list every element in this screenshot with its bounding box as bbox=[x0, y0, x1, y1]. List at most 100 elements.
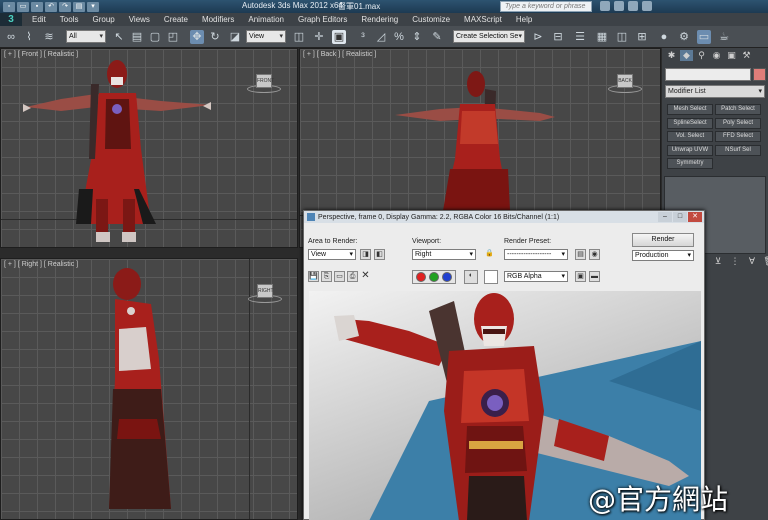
environment-effects-icon[interactable]: ◉ bbox=[589, 249, 600, 260]
area-to-render-select[interactable]: View bbox=[308, 249, 356, 260]
open-file-icon[interactable]: ▭ bbox=[17, 1, 29, 12]
render-mode-select[interactable]: Production bbox=[632, 250, 694, 261]
graphite-modeling-icon[interactable]: ▦ bbox=[595, 30, 609, 44]
utilities-tab-icon[interactable]: ⚒ bbox=[740, 50, 753, 61]
bind-spacewarp-icon[interactable]: ≋ bbox=[42, 30, 56, 44]
display-channel-select[interactable]: RGB Alpha bbox=[504, 271, 568, 282]
unlink-icon[interactable]: ⌇ bbox=[22, 30, 36, 44]
layer-manager-icon[interactable]: ☰ bbox=[573, 30, 587, 44]
keyboard-shortcut-override-icon[interactable]: ▣ bbox=[332, 30, 346, 44]
undo-icon[interactable]: ↶ bbox=[45, 1, 57, 12]
select-move-icon[interactable]: ✥ bbox=[190, 30, 204, 44]
vol-select-button[interactable]: Vol. Select bbox=[667, 131, 713, 142]
render-production-icon[interactable]: ☕ bbox=[717, 30, 731, 44]
select-by-name-icon[interactable]: ▤ bbox=[130, 30, 144, 44]
clear-icon[interactable]: ✕ bbox=[360, 271, 371, 282]
menu-rendering[interactable]: Rendering bbox=[354, 15, 405, 24]
viewport-select[interactable]: Right bbox=[412, 249, 476, 260]
object-color-swatch[interactable] bbox=[753, 68, 766, 81]
render-setup-icon[interactable]: ▤ bbox=[575, 249, 586, 260]
binoculars-icon[interactable] bbox=[600, 1, 610, 11]
lock-icon[interactable]: 🔒 bbox=[484, 249, 495, 260]
menu-customize[interactable]: Customize bbox=[405, 15, 457, 24]
hierarchy-tab-icon[interactable]: ⚲ bbox=[695, 50, 708, 61]
modifier-list-select[interactable]: Modifier List bbox=[665, 85, 765, 98]
viewport-right[interactable]: [ + ] [ Right ] [ Realistic ] RIGHT bbox=[0, 258, 298, 520]
project-folder-icon[interactable]: ▤ bbox=[73, 1, 85, 12]
object-name-field[interactable] bbox=[665, 68, 751, 81]
minimize-icon[interactable]: – bbox=[658, 212, 672, 222]
dropdown-icon[interactable]: ▾ bbox=[87, 1, 99, 12]
monochrome-icon[interactable]: ◐ bbox=[464, 270, 478, 284]
select-scale-icon[interactable]: ◪ bbox=[228, 30, 242, 44]
named-selection-set-select[interactable]: Create Selection Se bbox=[453, 30, 525, 43]
close-icon[interactable]: ✕ bbox=[688, 212, 702, 222]
motion-tab-icon[interactable]: ◉ bbox=[710, 50, 723, 61]
select-manipulate-icon[interactable]: ✛ bbox=[312, 30, 326, 44]
show-end-result-icon[interactable]: ⋮ bbox=[729, 255, 741, 267]
remove-modifier-icon[interactable]: 🗑 bbox=[763, 255, 768, 267]
pivot-center-icon[interactable]: ◫ bbox=[292, 30, 306, 44]
modify-tab-icon[interactable]: ◆ bbox=[680, 50, 693, 61]
menu-tools[interactable]: Tools bbox=[53, 15, 86, 24]
menu-maxscript[interactable]: MAXScript bbox=[457, 15, 509, 24]
render-button[interactable]: Render bbox=[632, 233, 694, 247]
render-preset-select[interactable]: ------------------- bbox=[504, 249, 568, 260]
menu-graph-editors[interactable]: Graph Editors bbox=[291, 15, 354, 24]
render-window-titlebar[interactable]: Perspective, frame 0, Display Gamma: 2.2… bbox=[304, 211, 704, 223]
menu-help[interactable]: Help bbox=[509, 15, 539, 24]
select-rotate-icon[interactable]: ↻ bbox=[208, 30, 222, 44]
rectangular-selection-icon[interactable]: ▢ bbox=[148, 30, 162, 44]
help-icon[interactable] bbox=[642, 1, 652, 11]
save-file-icon[interactable]: ▪ bbox=[31, 1, 43, 12]
spinner-snap-icon[interactable]: ⇕ bbox=[410, 30, 424, 44]
green-channel-icon[interactable] bbox=[429, 272, 439, 282]
swatch-icon[interactable] bbox=[484, 270, 498, 284]
render-setup-icon[interactable]: ⚙ bbox=[677, 30, 691, 44]
mesh-select-button[interactable]: Mesh Select bbox=[667, 104, 713, 115]
favorites-star-icon[interactable] bbox=[628, 1, 638, 11]
print-image-icon[interactable]: ⎙ bbox=[347, 271, 358, 282]
maximize-icon[interactable]: □ bbox=[673, 212, 687, 222]
clone-window-icon[interactable]: ▭ bbox=[334, 271, 345, 282]
create-tab-icon[interactable]: ✱ bbox=[665, 50, 678, 61]
auto-region-icon[interactable]: ◧ bbox=[374, 249, 385, 260]
nsurf-sel-button[interactable]: NSurf Sel bbox=[715, 145, 761, 156]
communication-center-icon[interactable] bbox=[614, 1, 624, 11]
redo-icon[interactable]: ↷ bbox=[59, 1, 71, 12]
reference-coordinate-select[interactable]: View bbox=[246, 30, 286, 43]
unwrap-uvw-button[interactable]: Unwrap UVW bbox=[667, 145, 713, 156]
select-object-icon[interactable]: ↖ bbox=[112, 30, 126, 44]
mirror-icon[interactable]: ⊳ bbox=[531, 30, 545, 44]
spline-select-button[interactable]: SplineSelect bbox=[667, 118, 713, 129]
curve-editor-icon[interactable]: ◫ bbox=[615, 30, 629, 44]
edit-named-selection-icon[interactable]: ✎ bbox=[430, 30, 444, 44]
align-icon[interactable]: ⊟ bbox=[551, 30, 565, 44]
link-icon[interactable]: ∞ bbox=[4, 30, 18, 44]
search-input[interactable]: Type a keyword or phrase bbox=[500, 1, 592, 12]
symmetry-button[interactable]: Symmetry bbox=[667, 158, 713, 169]
toggle-ui-icon[interactable]: ▬ bbox=[589, 271, 600, 282]
pin-stack-icon[interactable]: ⊻ bbox=[712, 255, 724, 267]
copy-image-icon[interactable]: ⎘ bbox=[321, 271, 332, 282]
menu-modifiers[interactable]: Modifiers bbox=[195, 15, 241, 24]
angle-snap-icon[interactable]: ◿ bbox=[374, 30, 388, 44]
poly-select-button[interactable]: Poly Select bbox=[715, 118, 761, 129]
make-unique-icon[interactable]: ∀ bbox=[746, 255, 758, 267]
menu-create[interactable]: Create bbox=[157, 15, 195, 24]
snap-toggle-icon[interactable]: ³ bbox=[356, 30, 370, 44]
menu-edit[interactable]: Edit bbox=[22, 15, 53, 24]
menu-views[interactable]: Views bbox=[122, 15, 157, 24]
save-image-icon[interactable]: 💾 bbox=[308, 271, 319, 282]
material-editor-icon[interactable]: ● bbox=[657, 30, 671, 44]
menu-group[interactable]: Group bbox=[85, 15, 121, 24]
edit-region-icon[interactable]: ◨ bbox=[360, 249, 371, 260]
new-file-icon[interactable]: ▫ bbox=[3, 1, 15, 12]
red-channel-icon[interactable] bbox=[416, 272, 426, 282]
toggle-ui-overlay-icon[interactable]: ▣ bbox=[575, 271, 586, 282]
window-crossing-icon[interactable]: ◰ bbox=[166, 30, 180, 44]
menu-animation[interactable]: Animation bbox=[241, 15, 291, 24]
app-logo-icon[interactable]: 3 bbox=[0, 13, 22, 26]
schematic-view-icon[interactable]: ⊞ bbox=[635, 30, 649, 44]
blue-channel-icon[interactable] bbox=[442, 272, 452, 282]
